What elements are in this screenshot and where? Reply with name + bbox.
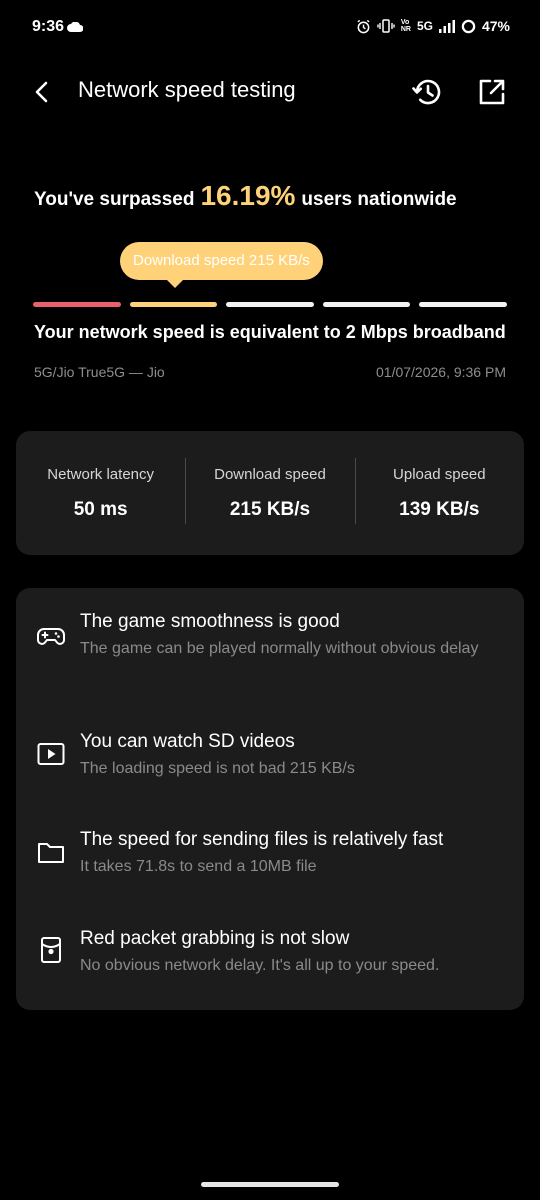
top-app-bar: Network speed testing xyxy=(0,62,540,122)
download-speed-tooltip: Download speed 215 KB/s xyxy=(120,242,323,280)
tooltip-pointer xyxy=(166,279,184,288)
folder-icon xyxy=(38,843,64,863)
share-external-icon[interactable] xyxy=(474,74,510,110)
speed-level-bar-3 xyxy=(226,302,314,307)
page-title: Network speed testing xyxy=(78,77,296,102)
percentile-summary: You've surpassed 16.19% users nationwide xyxy=(34,180,514,212)
volte-bottom: NR xyxy=(400,26,411,33)
speed-level-bar-1 xyxy=(33,302,121,307)
signal-icon xyxy=(438,19,455,33)
stat-label: Upload speed xyxy=(393,465,486,483)
video-play-icon xyxy=(37,743,65,765)
stat-download: Download speed 215 KB/s xyxy=(185,457,354,524)
red-packet-icon xyxy=(41,937,61,963)
experience-description: No obvious network delay. It's all up to… xyxy=(80,957,440,974)
stat-value: 215 KB/s xyxy=(229,498,311,520)
percentile-value: 16.19% xyxy=(200,180,296,211)
summary-suffix: users nationwide xyxy=(301,189,457,210)
stat-label: Download speed xyxy=(214,465,326,483)
network-type: 5G xyxy=(416,19,433,33)
speed-level-bar-4 xyxy=(322,302,411,307)
status-time: 9:36 xyxy=(32,18,65,35)
status-icons: Vo NR 5G 47% xyxy=(356,18,510,34)
broadband-equivalent: Your network speed is equivalent to 2 Mb… xyxy=(34,322,506,342)
speed-level-bar-5 xyxy=(419,302,507,307)
battery-level: 47% xyxy=(481,18,510,34)
stat-label: Network latency xyxy=(47,465,155,483)
experience-title: The speed for sending files is relativel… xyxy=(80,829,444,850)
stat-value: 139 KB/s xyxy=(399,498,480,520)
experience-card: The game smoothness is good The game can… xyxy=(16,588,524,1010)
gamepad-icon xyxy=(37,628,65,645)
vibrate-icon xyxy=(377,19,395,33)
status-bar: 9:36 Vo NR 5G 47% xyxy=(0,0,540,58)
history-icon[interactable] xyxy=(410,74,446,110)
experience-description: The game can be played normally without … xyxy=(80,640,479,657)
experience-title: Red packet grabbing is not slow xyxy=(80,928,350,949)
speed-stats-card: Network latency 50 ms Download speed 215… xyxy=(16,431,524,555)
speed-level-bars xyxy=(33,302,507,307)
experience-description: It takes 71.8s to send a 10MB file xyxy=(80,858,317,875)
stat-value: 50 ms xyxy=(73,498,128,520)
stat-upload: Upload speed 139 KB/s xyxy=(354,457,524,524)
speed-level-bar-2 xyxy=(129,302,218,307)
experience-title: The game smoothness is good xyxy=(80,611,340,632)
home-indicator[interactable] xyxy=(201,1182,339,1187)
cloud-icon xyxy=(67,22,83,32)
volte-indicator: Vo NR xyxy=(401,19,411,33)
back-arrow-icon[interactable] xyxy=(26,76,58,108)
alarm-icon xyxy=(357,19,370,33)
test-timestamp: 01/07/2026, 9:36 PM xyxy=(376,364,506,380)
network-name: 5G/Jio True5G — Jio xyxy=(34,364,165,380)
experience-title: You can watch SD videos xyxy=(80,731,295,752)
stat-latency: Network latency 50 ms xyxy=(16,466,185,521)
experience-description: The loading speed is not bad 215 KB/s xyxy=(80,760,355,777)
summary-prefix: You've surpassed xyxy=(34,189,195,210)
volte-top: Vo xyxy=(400,19,410,26)
battery-icon xyxy=(461,19,476,33)
